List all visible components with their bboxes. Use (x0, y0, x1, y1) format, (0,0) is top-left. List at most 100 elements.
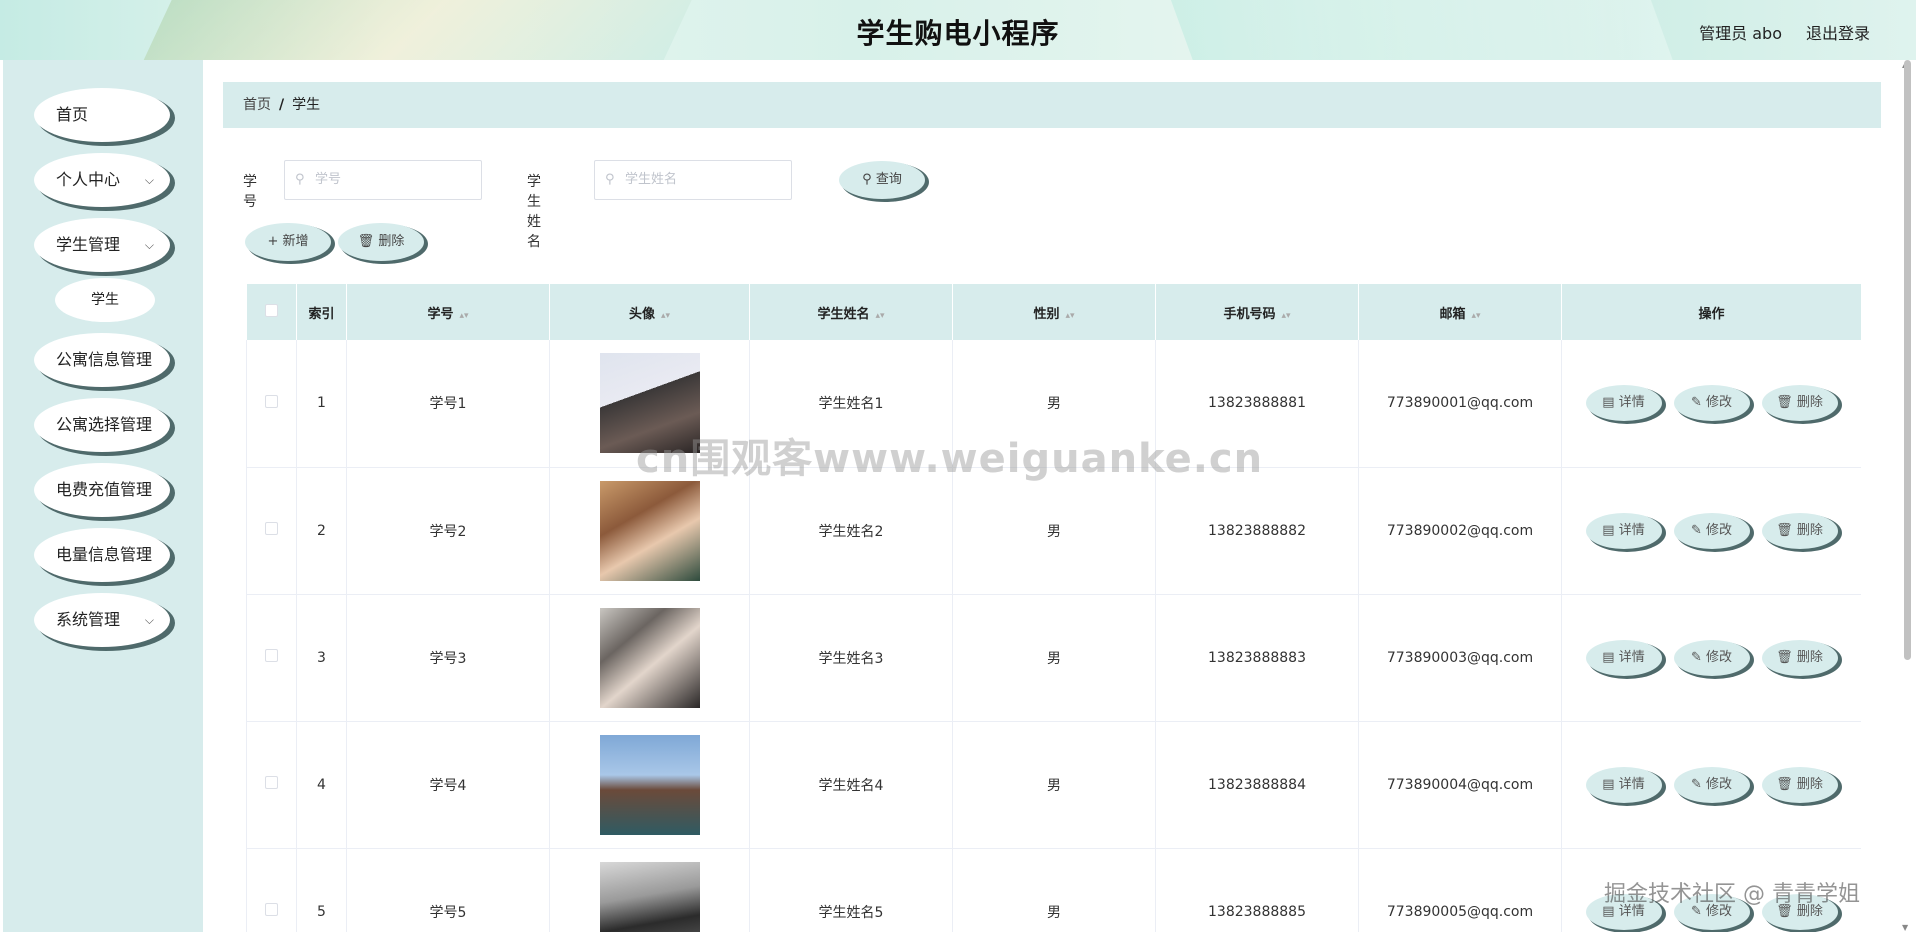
sort-icon[interactable]: ▴▾ (1281, 311, 1290, 321)
sidebar-item-student-management[interactable]: 学生管理 ⌵ (34, 218, 170, 272)
detail-button[interactable]: ▤ 详情 (1585, 385, 1662, 422)
row-checkbox[interactable] (265, 903, 278, 916)
column-label: 头像 (628, 306, 655, 322)
student-name-input[interactable]: ⚲ 学生姓名 (594, 160, 792, 200)
student-no-input[interactable]: ⚲ 学号 (284, 160, 482, 200)
sidebar-item-personal-center[interactable]: 个人中心 ⌵ (34, 153, 170, 207)
column-header-sortable[interactable]: 邮箱 ▴▾ (1358, 284, 1562, 340)
sort-icon[interactable]: ▴▾ (875, 311, 884, 321)
table-row: 2 学号2 学生姓名2 男 13823888882 773890002@qq.c… (246, 467, 1861, 594)
column-header-sortable[interactable]: 手机号码 ▴▾ (1155, 284, 1359, 340)
edit-button[interactable]: ✎ 修改 (1673, 766, 1750, 803)
edit-button[interactable]: ✎ 修改 (1673, 385, 1750, 422)
detail-button[interactable]: ▤ 详情 (1585, 766, 1662, 803)
add-button-label: 新增 (282, 234, 309, 249)
app-title: 学生购电小程序 (856, 17, 1060, 50)
breadcrumb-separator: / (279, 97, 285, 113)
edit-button[interactable]: ✎ 修改 (1673, 639, 1750, 676)
add-button[interactable]: + 新增 (245, 223, 331, 261)
row-checkbox[interactable] (265, 649, 278, 662)
trash-icon: 🗑 (357, 234, 375, 249)
column-header-sortable[interactable]: 头像 ▴▾ (549, 284, 750, 340)
batch-delete-button[interactable]: 🗑 删除 (338, 223, 424, 261)
search-icon: ⚲ (605, 172, 615, 187)
student-no-placeholder: 学号 (315, 172, 342, 187)
pencil-icon: ✎ (1690, 395, 1702, 411)
scrollbar-thumb[interactable] (1904, 60, 1911, 660)
document-icon: ▤ (1602, 649, 1615, 665)
row-index: 3 (296, 594, 347, 721)
row-student-no: 学号1 (346, 340, 550, 467)
sidebar-item-system[interactable]: 系统管理 ⌵ (34, 593, 170, 647)
sidebar-item-electricity-info[interactable]: 电量信息管理 (34, 528, 170, 582)
row-index: 5 (296, 848, 347, 932)
top-header: 学生购电小程序 管理员 abo 退出登录 (0, 0, 1916, 60)
sort-icon[interactable]: ▴▾ (1065, 311, 1074, 321)
chevron-down-icon: ⌵ (144, 613, 154, 627)
column-header-sortable[interactable]: 性别 ▴▾ (952, 284, 1156, 340)
row-student-name: 学生姓名2 (749, 467, 953, 594)
row-student-name: 学生姓名4 (749, 721, 953, 848)
sort-icon[interactable]: ▴▾ (661, 311, 670, 321)
row-student-no: 学号3 (346, 594, 550, 721)
row-student-name: 学生姓名5 (749, 848, 953, 932)
detail-label: 详情 (1618, 395, 1645, 411)
breadcrumb-home[interactable]: 首页 (243, 97, 271, 113)
column-label: 邮箱 (1439, 306, 1466, 322)
scroll-down-icon[interactable]: ▼ (1902, 923, 1908, 932)
breadcrumb: 首页 / 学生 (223, 82, 1881, 128)
edit-label: 修改 (1706, 776, 1733, 792)
select-all-checkbox[interactable] (264, 303, 278, 317)
row-checkbox[interactable] (265, 776, 278, 789)
delete-button[interactable]: 🗑 删除 (1761, 639, 1838, 676)
row-select-cell (246, 721, 297, 848)
query-button[interactable]: ⚲ 查询 (839, 161, 925, 199)
sidebar-item-label: 电量信息管理 (56, 545, 153, 564)
row-checkbox[interactable] (265, 522, 278, 535)
row-select-cell (246, 467, 297, 594)
row-phone: 13823888883 (1155, 594, 1359, 721)
edit-label: 修改 (1706, 395, 1733, 411)
pencil-icon: ✎ (1690, 776, 1702, 792)
search-icon: ⚲ (295, 172, 305, 187)
delete-button[interactable]: 🗑 删除 (1761, 385, 1838, 422)
row-gender: 男 (952, 721, 1156, 848)
sidebar-item-label: 电费充值管理 (56, 480, 153, 499)
detail-label: 详情 (1618, 649, 1645, 665)
sidebar-item-home[interactable]: 首页 (34, 88, 170, 142)
detail-button[interactable]: ▤ 详情 (1585, 512, 1662, 549)
sidebar-item-apartment-info[interactable]: 公寓信息管理 (34, 333, 170, 387)
row-index: 2 (296, 467, 347, 594)
detail-label: 详情 (1618, 522, 1645, 538)
row-student-no: 学号5 (346, 848, 550, 932)
column-header-sortable[interactable]: 学生姓名 ▴▾ (749, 284, 953, 340)
document-icon: ▤ (1602, 522, 1615, 538)
row-select-cell (246, 594, 297, 721)
sidebar-item-apartment-selection[interactable]: 公寓选择管理 (34, 398, 170, 452)
row-gender: 男 (952, 594, 1156, 721)
row-student-no: 学号2 (346, 467, 550, 594)
edit-label: 修改 (1706, 649, 1733, 665)
sidebar-item-recharge[interactable]: 电费充值管理 (34, 463, 170, 517)
sort-icon[interactable]: ▴▾ (1471, 311, 1480, 321)
sidebar-item-label: 系统管理 (56, 610, 121, 629)
edit-button[interactable]: ✎ 修改 (1673, 512, 1750, 549)
sidebar-item-label: 首页 (56, 105, 89, 124)
row-actions: ▤ 详情 ✎ 修改 🗑 删除 (1561, 340, 1861, 467)
sidebar-subitem-student[interactable]: 学生 (55, 278, 155, 322)
row-email: 773890005@qq.com (1358, 848, 1562, 932)
delete-button[interactable]: 🗑 删除 (1761, 512, 1838, 549)
logout-link[interactable]: 退出登录 (1806, 20, 1870, 44)
row-student-no: 学号4 (346, 721, 550, 848)
detail-button[interactable]: ▤ 详情 (1585, 639, 1662, 676)
sort-icon[interactable]: ▴▾ (459, 311, 468, 321)
query-button-label: 查询 (875, 172, 902, 187)
row-checkbox[interactable] (265, 394, 278, 408)
delete-label: 删除 (1796, 522, 1823, 538)
document-icon: ▤ (1602, 776, 1615, 792)
column-label: 学生姓名 (817, 306, 870, 322)
column-header-sortable[interactable]: 学号 ▴▾ (346, 284, 550, 340)
delete-button[interactable]: 🗑 删除 (1761, 766, 1838, 803)
page-scrollbar[interactable]: ▲ ▼ (1902, 60, 1912, 932)
column-header: 索引 (296, 284, 347, 340)
